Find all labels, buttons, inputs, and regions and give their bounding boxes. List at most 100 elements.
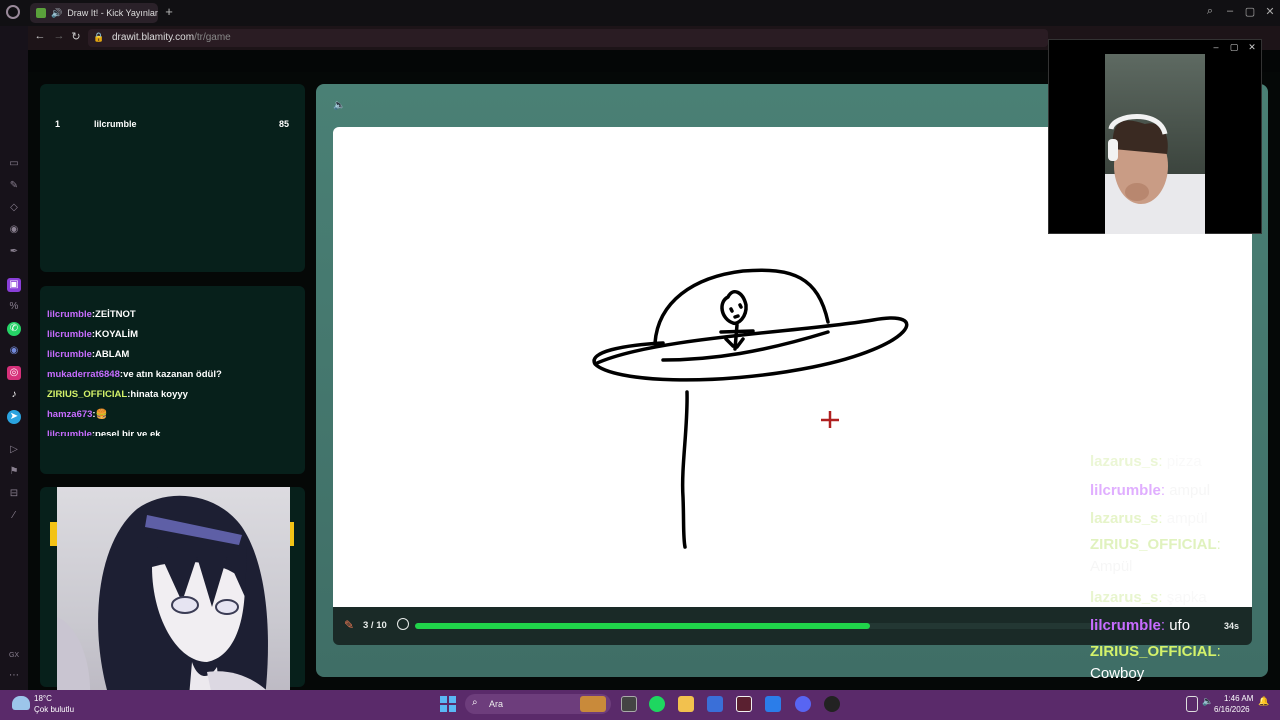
overlay-chat-username: ZIRIUS_OFFICIAL bbox=[1090, 535, 1217, 553]
sidebar-tool-icon[interactable]: ✒ bbox=[7, 245, 21, 259]
minimize-icon[interactable]: – bbox=[1222, 5, 1238, 17]
sidebar-workspace-icon[interactable]: ▭ bbox=[7, 157, 21, 171]
crosshair-cursor-icon bbox=[821, 411, 839, 428]
overlay-chat-separator: : bbox=[1160, 481, 1170, 499]
overlay-chat-separator: : bbox=[1158, 453, 1167, 470]
overlay-chat-message: ZIRIUS_OFFICIAL: Cowboy bbox=[1090, 641, 1280, 685]
leaderboard-panel bbox=[40, 84, 305, 272]
overlay-chat-text: şapka bbox=[1166, 588, 1207, 606]
address-field[interactable] bbox=[88, 29, 1048, 47]
chat-message: lilcrumble:pesel bir ye ek bbox=[47, 428, 297, 436]
overlay-chat-separator: : bbox=[1158, 510, 1167, 527]
tiktok-icon[interactable]: ♪ bbox=[7, 388, 21, 402]
back-icon[interactable]: ← bbox=[33, 30, 47, 42]
tab-audio-icon[interactable]: 🔊 bbox=[51, 8, 62, 19]
search-highlight-icon[interactable] bbox=[580, 696, 606, 712]
popup-minimize-icon[interactable]: – bbox=[1210, 42, 1222, 52]
sidebar-more-icon[interactable]: ⋯ bbox=[7, 669, 21, 683]
network-icon[interactable] bbox=[1186, 696, 1198, 712]
task-view-icon[interactable] bbox=[621, 696, 637, 712]
popup-maximize-icon[interactable]: ▢ bbox=[1228, 42, 1240, 53]
search-icon: ⌕ bbox=[472, 697, 478, 708]
windows-start-icon[interactable] bbox=[440, 696, 456, 712]
chat-text: ABLAM bbox=[95, 349, 130, 360]
weather-cloud-icon[interactable] bbox=[12, 696, 30, 710]
overlay-chat-text: ufo bbox=[1169, 617, 1191, 634]
lock-icon[interactable]: 🔒 bbox=[93, 32, 104, 43]
webcam-video bbox=[1105, 54, 1205, 234]
sidebar-eye-icon[interactable]: ◉ bbox=[7, 223, 21, 237]
weather-temperature[interactable]: 18°C bbox=[34, 694, 52, 703]
overlay-chat-username: lilcrumble bbox=[1090, 617, 1161, 634]
chat-message: lilcrumble:KOYALİM bbox=[47, 328, 297, 348]
whatsapp-icon[interactable]: ✆ bbox=[7, 322, 21, 336]
overlay-chat-separator: : bbox=[1160, 617, 1170, 634]
maximize-icon[interactable]: ▢ bbox=[1242, 5, 1258, 18]
volume-icon[interactable]: 🔈 bbox=[1202, 696, 1213, 712]
sidebar-play-icon[interactable]: ▷ bbox=[7, 443, 21, 457]
sidebar-pen-icon[interactable]: ✎ bbox=[7, 179, 21, 193]
discord-icon[interactable]: ◉ bbox=[7, 344, 21, 358]
chat-username[interactable]: hamza673 bbox=[47, 409, 92, 420]
round-counter: 3 / 10 bbox=[363, 620, 387, 631]
opera-logo-icon[interactable] bbox=[6, 5, 20, 19]
chat-username[interactable]: lilcrumble bbox=[47, 329, 92, 340]
popup-close-icon[interactable]: ✕ bbox=[1246, 42, 1258, 53]
overlay-chat-separator: : bbox=[1158, 588, 1167, 606]
sidebar-wand-icon[interactable]: ⁄ bbox=[7, 509, 21, 523]
taskbar-time[interactable]: 1:46 AM bbox=[1224, 694, 1253, 703]
speaker-icon[interactable]: 🔈 bbox=[333, 100, 345, 111]
obs-icon[interactable] bbox=[824, 696, 840, 712]
sidebar-rocket-icon[interactable]: ⚑ bbox=[7, 465, 21, 479]
notification-bell-icon[interactable]: 🔔 bbox=[1258, 696, 1269, 712]
opera-gx-icon[interactable] bbox=[736, 696, 752, 712]
leaderboard-player-name: lilcrumble bbox=[94, 119, 137, 129]
close-icon[interactable]: ✕ bbox=[1262, 5, 1278, 18]
sidebar-gx-icon[interactable]: GX bbox=[7, 649, 21, 663]
chat-text: ZEİTNOT bbox=[95, 309, 136, 320]
overlay-chat-message: ZIRIUS_OFFICIAL: Ampül bbox=[1090, 534, 1280, 578]
overlay-chat-message: lazarus_s: şapka bbox=[1090, 584, 1280, 613]
overlay-chat-text: pizza bbox=[1166, 453, 1202, 470]
chat-text: pesel bir ye ek bbox=[95, 429, 161, 436]
telegram-icon[interactable]: ➤ bbox=[7, 410, 21, 424]
chat-username[interactable]: lilcrumble bbox=[47, 309, 92, 320]
sidebar-eraser-icon[interactable]: ◇ bbox=[7, 201, 21, 215]
chat-username[interactable]: ZIRIUS_OFFICIAL bbox=[47, 389, 127, 400]
url-text[interactable]: drawit.blamity.com/tr/game bbox=[112, 32, 231, 43]
browser-tab[interactable]: 🔊 Draw It! - Kick Yayınları bbox=[30, 3, 158, 23]
overlay-chat-separator: : bbox=[1216, 535, 1221, 553]
spotify-icon[interactable] bbox=[649, 696, 665, 712]
outlook-icon[interactable] bbox=[765, 696, 781, 712]
sidebar-percent-icon[interactable]: % bbox=[7, 300, 21, 314]
instagram-icon[interactable]: ◎ bbox=[7, 366, 21, 380]
reload-icon[interactable]: ↻ bbox=[69, 30, 83, 43]
browser-titlebar bbox=[0, 0, 1280, 26]
sidebar-cart-icon[interactable]: ⊟ bbox=[7, 487, 21, 501]
anime-character-overlay bbox=[57, 487, 290, 720]
browser-sidebar bbox=[0, 26, 28, 690]
overlay-chat-text: ampul bbox=[1169, 481, 1211, 499]
forward-icon[interactable]: → bbox=[52, 30, 66, 42]
twitch-icon[interactable]: ▣ bbox=[7, 278, 21, 292]
chat-text: ve atın kazanan ödül? bbox=[123, 369, 222, 380]
chat-text: KOYALİM bbox=[95, 329, 138, 340]
overlay-chat-username: lazarus_s bbox=[1090, 510, 1159, 527]
pencil-icon: ✎ bbox=[344, 618, 355, 632]
store-icon[interactable] bbox=[707, 696, 723, 712]
windows-taskbar bbox=[0, 690, 1280, 720]
overlay-chat-username: ZIRIUS_OFFICIAL bbox=[1090, 642, 1217, 660]
chat-message-list[interactable]: lilcrumble:ZEİTNOT lilcrumble:KOYALİM lilc… bbox=[47, 308, 297, 436]
chat-username[interactable]: lilcrumble bbox=[47, 429, 92, 436]
overlay-chat-message: lilcrumble: ufo bbox=[1090, 612, 1280, 641]
chat-message: lilcrumble:ZEİTNOT bbox=[47, 308, 297, 328]
chat-username[interactable]: lilcrumble bbox=[47, 349, 92, 360]
new-tab-button[interactable]: + bbox=[162, 5, 176, 19]
search-tabs-icon[interactable]: ⌕ bbox=[1202, 5, 1218, 18]
file-explorer-icon[interactable] bbox=[678, 696, 694, 712]
chat-message: ZIRIUS_OFFICIAL:hinata koyyy bbox=[47, 388, 297, 408]
chat-username[interactable]: mukaderrat6848 bbox=[47, 369, 120, 380]
taskbar-date[interactable]: 6/16/2026 bbox=[1214, 705, 1250, 714]
discord-taskbar-icon[interactable] bbox=[795, 696, 811, 712]
weather-description[interactable]: Çok bulutlu bbox=[34, 705, 74, 714]
